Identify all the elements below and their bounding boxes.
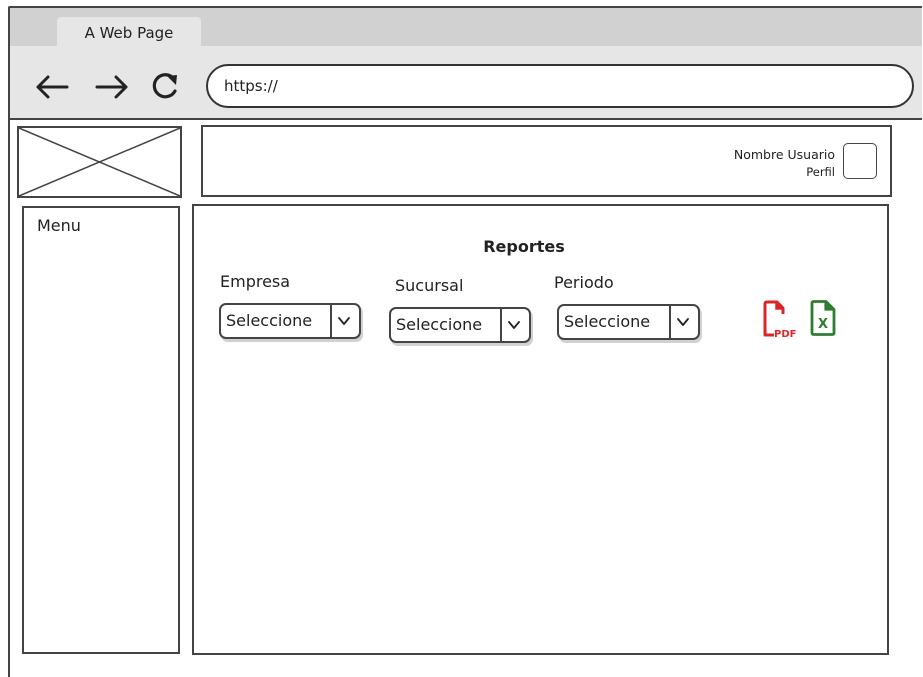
user-name[interactable]: Nombre Usuario	[734, 147, 835, 162]
logo-placeholder	[17, 126, 182, 198]
reload-icon[interactable]	[150, 70, 184, 102]
excel-icon[interactable]: X	[808, 300, 838, 336]
browser-tab[interactable]: A Web Page	[57, 17, 201, 49]
svg-text:X: X	[818, 317, 828, 332]
periodo-select[interactable]: Seleccione	[557, 304, 700, 340]
chevron-down-icon	[507, 319, 521, 331]
image-placeholder-icon	[19, 128, 180, 196]
sucursal-label: Sucursal	[395, 276, 464, 295]
chevron-down-icon	[337, 315, 351, 327]
select-divider	[330, 305, 332, 337]
avatar[interactable]	[843, 143, 877, 179]
select-divider	[500, 309, 502, 341]
page-header: Nombre Usuario Perfil	[201, 125, 892, 197]
periodo-select-value: Seleccione	[564, 312, 651, 331]
sidebar-title[interactable]: Menu	[37, 216, 81, 235]
back-arrow-icon[interactable]	[34, 72, 70, 108]
main-panel: Reportes Empresa Seleccione Sucursal Sel…	[192, 204, 889, 655]
empresa-select-value: Seleccione	[226, 311, 313, 330]
empresa-label: Empresa	[220, 272, 291, 291]
select-divider	[669, 306, 671, 338]
page-title: Reportes	[483, 237, 565, 256]
sucursal-select-value: Seleccione	[396, 315, 483, 334]
empresa-select[interactable]: Seleccione	[219, 303, 361, 339]
svg-text:PDF: PDF	[774, 329, 796, 338]
periodo-label: Periodo	[554, 273, 614, 292]
forward-arrow-icon[interactable]	[94, 72, 130, 108]
page-left-border	[8, 120, 10, 677]
user-profile[interactable]: Perfil	[806, 165, 835, 179]
sidebar-menu: Menu	[22, 206, 180, 654]
sucursal-select[interactable]: Seleccione	[389, 307, 531, 343]
pdf-icon[interactable]: PDF	[761, 300, 799, 338]
chevron-down-icon	[676, 316, 690, 328]
browser-window-chrome: A Web Page https://	[8, 6, 922, 120]
address-bar[interactable]: https://	[206, 64, 914, 108]
